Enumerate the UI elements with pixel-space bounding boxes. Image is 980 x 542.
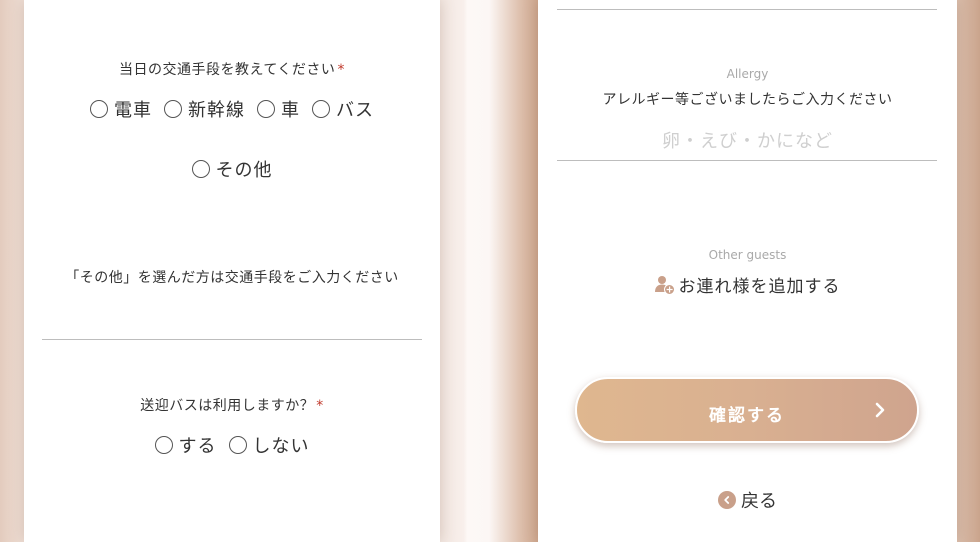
radio-circle[interactable]: [90, 100, 108, 118]
radio-car[interactable]: 車: [257, 96, 300, 122]
confirm-button-label: 確認する: [709, 406, 785, 426]
add-guest-button[interactable]: お連れ様を追加する: [538, 272, 957, 297]
previous-field-underline: [557, 9, 937, 10]
chevron-right-icon: [875, 402, 885, 418]
background-right: [957, 0, 980, 542]
radio-circle[interactable]: [191, 160, 210, 178]
add-guest-label: お連れ様を追加する: [678, 277, 841, 297]
radio-label: 新幹線: [188, 100, 245, 121]
radio-bus[interactable]: バス: [312, 96, 374, 122]
shuttle-bus-options: する しない: [24, 432, 440, 458]
radio-circle[interactable]: [228, 436, 247, 454]
form-card-left: 当日の交通手段を教えてください * 電車 新幹線 車 バス その他 「その他」を選…: [24, 0, 440, 542]
allergy-input-underline: [557, 160, 937, 161]
back-link[interactable]: 戻る: [538, 487, 957, 513]
radio-no-bus[interactable]: しない: [228, 432, 310, 458]
radio-other[interactable]: その他: [191, 156, 273, 182]
radio-circle[interactable]: [164, 100, 182, 118]
radio-circle[interactable]: [312, 100, 330, 118]
background-middle: [440, 0, 538, 542]
form-card-right: Allergy アレルギー等ございましたらご入力ください 卵・えび・かになど O…: [538, 0, 957, 542]
radio-circle[interactable]: [257, 100, 275, 118]
allergy-input[interactable]: 卵・えび・かになど: [538, 127, 957, 153]
transport-question-label: 当日の交通手段を教えてください: [119, 62, 336, 78]
required-mark: *: [316, 398, 324, 414]
radio-label: その他: [215, 160, 273, 181]
shuttle-bus-question-label: 送迎バスは利用しますか？: [140, 398, 315, 414]
required-mark: *: [337, 62, 345, 78]
radio-use-bus[interactable]: する: [154, 432, 217, 458]
transport-options-row-1: 電車 新幹線 車 バス: [24, 96, 440, 122]
radio-label: しない: [252, 436, 310, 457]
radio-label: する: [178, 436, 217, 457]
radio-label: 車: [281, 100, 300, 121]
chevron-left-circle-icon: [718, 491, 736, 509]
add-person-icon: [654, 275, 675, 295]
other-transport-input[interactable]: [42, 339, 422, 340]
radio-shinkansen[interactable]: 新幹線: [164, 96, 245, 122]
allergy-small-label: Allergy: [726, 67, 769, 81]
transport-options-row-2: その他: [24, 156, 440, 182]
allergy-label: アレルギー等ございましたらご入力ください: [602, 92, 893, 108]
transport-question: 当日の交通手段を教えてください *: [24, 59, 440, 79]
radio-label: 電車: [114, 100, 152, 121]
background-left: [0, 0, 24, 542]
confirm-button[interactable]: 確認する: [575, 377, 919, 443]
radio-circle[interactable]: [154, 436, 173, 454]
back-label: 戻る: [741, 491, 777, 512]
radio-label: バス: [336, 100, 374, 121]
radio-train[interactable]: 電車: [90, 96, 152, 122]
other-transport-label: 「その他」を選んだ方は交通手段をご入力ください: [65, 270, 399, 286]
guests-small-label: Other guests: [708, 248, 787, 262]
shuttle-bus-question: 送迎バスは利用しますか？ *: [24, 395, 440, 415]
chevron-left-icon: [724, 496, 730, 504]
